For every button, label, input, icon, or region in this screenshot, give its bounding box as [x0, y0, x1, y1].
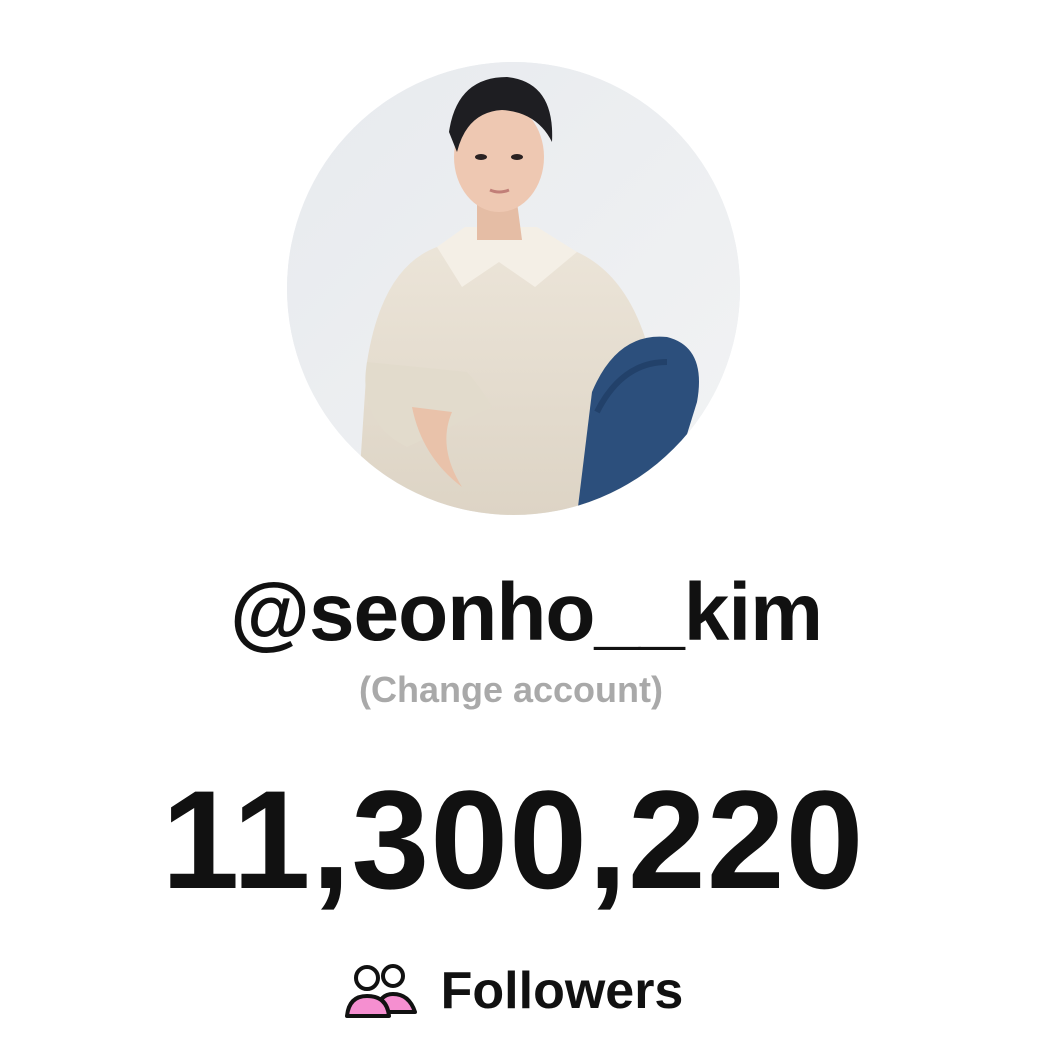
avatar-photo — [287, 62, 740, 515]
avatar — [287, 62, 740, 515]
people-icon — [344, 964, 417, 1018]
followers-count: 11,300,220 — [161, 761, 865, 918]
followers-label: Followers — [440, 962, 684, 1020]
change-account-link[interactable]: (Change account) — [0, 672, 1022, 708]
profile-stats-card: @seonho__kim (Change account) 11,300,220… — [0, 0, 1052, 1060]
username: @seonho__kim — [229, 567, 823, 658]
followers-row: Followers — [0, 960, 1026, 1022]
